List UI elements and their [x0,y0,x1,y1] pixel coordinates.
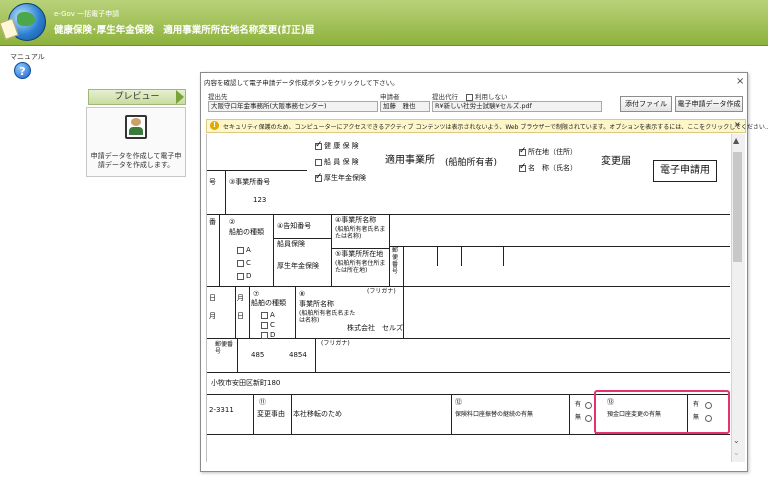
form-title-ship: (船舶所有者) [445,158,498,168]
date-label: 日 [209,294,216,302]
premium-yes-label: 有 [575,401,582,408]
postal-label: 郵便番号 [392,247,399,275]
company-name-value: 株式会社 セルズ [347,324,403,332]
checkbox-icon[interactable] [466,93,473,101]
ship-type-label: 船舶の種類 [229,228,264,236]
ship-type2-a[interactable]: A [261,311,275,319]
ship-type2-label: 船舶の種類 [251,299,286,307]
scrollbar-thumb[interactable] [733,152,742,262]
office-address-label: ⑤事業所所在地 [335,250,384,258]
loc-item-address[interactable]: 所在地（住所） [519,146,577,156]
furigana2-label: (フリガナ) [321,340,350,347]
globe-land-icon [17,12,35,26]
checkbox-icon[interactable] [237,272,244,280]
ship-type-c[interactable]: C [237,259,251,267]
ship-type2-number: ⑦ [253,290,260,298]
ship-type-number: ② [229,218,236,226]
address-value: 小牧市安田区新町180 [211,379,281,387]
month-label: 月 [237,294,244,302]
chevron-down-icon-secondary[interactable]: ⌄ [733,448,740,457]
electronic-filing-label: 電子申請用 [653,160,717,182]
notice-number-label: ④告知番号 [277,222,312,230]
proxy-checkbox[interactable]: 利用しない [466,91,508,101]
preview-tab[interactable]: プレビュー [88,89,186,105]
chevron-right-icon [176,90,184,104]
chevron-up-icon[interactable]: ▲ [733,136,739,145]
office-number-label: ③事業所番号 [229,178,271,186]
applicant-label: 申請者 [380,93,400,101]
app-title: e-Gov 一括電子申請 [54,10,120,18]
checkbox-icon[interactable] [315,172,323,182]
submit-to-label: 提出先 [208,93,228,101]
manual-label: マニュアル [10,53,45,61]
phone-fragment: 2-3311 [209,406,234,414]
checkbox-icon[interactable] [237,246,244,254]
office-name2-number: ⑧ [299,290,306,298]
form-row-label: 号 [209,178,216,186]
attach-file-button[interactable]: 添付ファイル [620,96,672,112]
checkbox-icon[interactable] [261,331,268,339]
id-card-face-icon [131,118,141,126]
checkbox-icon[interactable] [315,140,323,150]
office-name2-sub: (船舶所有者氏名または名称) [299,310,356,324]
furigana-label: (フリガナ) [367,288,396,295]
page-title: 健康保険･厚生年金保険 適用事業所所在地名称変更(訂正)届 [54,25,315,36]
month-label-2: 月 [209,312,216,320]
checkbox-icon[interactable] [519,162,527,172]
checkbox-icon[interactable] [261,321,268,329]
office-number-value: 123 [253,196,267,204]
row-label-ban: 番 [209,218,216,226]
postal2-label: 郵便番号 [215,341,234,355]
insurance-pension[interactable]: 厚生年金保険 [315,172,366,182]
reason-number: ⑪ [259,398,266,406]
premium-number: ⑫ [455,398,462,406]
chevron-down-icon[interactable]: ⌄ [733,436,740,445]
office-name-label: ④事業所名称 [335,216,377,224]
premium-no-radio[interactable] [585,415,592,422]
insurance-seamen[interactable]: 船 員 保 険 [315,158,359,166]
id-card-body-icon [129,127,143,135]
checkbox-icon[interactable] [315,158,322,166]
create-data-button[interactable]: 電子申請データ作成 [675,96,743,112]
date-label-2: 日 [237,312,244,320]
pension-insurance-label: 厚生年金保険 [277,262,319,270]
applicant-field: 加藤 雅也 [380,101,430,112]
close-icon[interactable]: × [736,76,744,87]
reason-value: 本社移転のため [293,410,342,418]
checkbox-icon[interactable] [237,259,244,267]
infobar-text[interactable]: セキュリティ保護のため、コンピューターにアクセスできるアクティブ コンテンツは表… [223,122,768,131]
ship-type-d[interactable]: D [237,272,251,280]
dialog-title: 内容を確認して電子申請データ作成ボタンをクリックして下さい。 [204,79,399,87]
loc-item-name[interactable]: 名 称（氏名） [519,162,577,172]
ship-type2-d[interactable]: D [261,331,275,339]
premium-no-label: 無 [575,414,582,421]
checkbox-icon[interactable] [261,311,268,319]
warning-icon: ! [210,121,219,130]
proxy-label: 提出代行 [432,93,458,101]
postal-code-b: 4854 [289,351,307,359]
proxy-checkbox-label: 利用しない [475,93,508,101]
change-report-label: 変更届 [601,156,631,167]
insurance-health[interactable]: 健 康 保 険 [315,140,359,150]
checkbox-icon[interactable] [519,146,527,156]
help-icon[interactable]: ? [14,62,31,79]
attached-file-field: R¥新しい社労士試験¥セルズ.pdf [432,101,602,112]
seamen-insurance-label: 船員保険 [277,240,305,248]
ship-type2-c[interactable]: C [261,321,275,329]
office-address-sub: (船舶所有者住所または所在地) [335,260,386,274]
postal-code-a: 485 [251,351,265,359]
office-name-sub: (船舶所有者氏名または名称) [335,226,386,240]
reason-label: 変更事由 [257,410,285,418]
form-title-main: 適用事業所 [385,155,435,166]
ship-type-a[interactable]: A [237,246,251,254]
highlight-box [594,390,730,434]
premium-label: 保険料口座振替の継続の有無 [455,411,534,418]
premium-yes-radio[interactable] [585,402,592,409]
infobar-close-icon[interactable]: × [734,120,741,129]
submit-to-field: 大阪守口年金事務所(大阪事務センター) [208,101,378,112]
office-name2-label: 事業所名称 [299,300,334,308]
preview-description: 申請データを作成して電子申請データを作成します。 [90,152,182,169]
